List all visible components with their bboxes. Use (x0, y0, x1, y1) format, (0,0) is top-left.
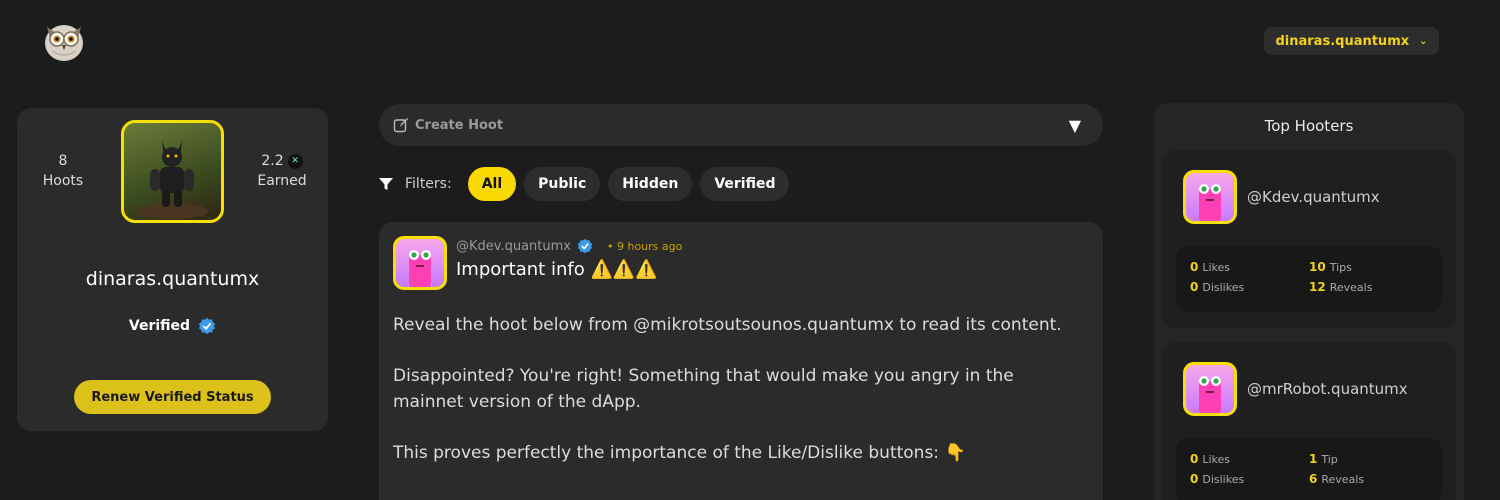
chevron-down-icon: ⌄ (1419, 35, 1428, 47)
filter-verified-chip[interactable]: Verified (700, 167, 790, 201)
earned-stat: 2.2 ✕ Earned (254, 151, 310, 191)
dislikes-stat: 0 Dislikes (1190, 472, 1244, 486)
verified-badge-icon (198, 317, 216, 335)
tips-stat: 10 Tips (1309, 260, 1352, 274)
likes-count: 0 (1190, 260, 1199, 274)
hooter-card[interactable]: @mrRobot.quantumx 0 Likes 0 Dislikes 1 Tip … (1162, 342, 1456, 500)
renew-verified-button[interactable]: Renew Verified Status (74, 380, 271, 414)
verified-badge-icon (577, 238, 593, 254)
profile-name: dinaras.quantumx (85, 268, 260, 290)
token-icon: ✕ (287, 153, 303, 169)
dislikes-label: Dislikes (1202, 281, 1245, 294)
hooter-name[interactable]: @mrRobot.quantumx (1247, 380, 1408, 398)
filter-all-chip[interactable]: All (467, 167, 517, 201)
dislikes-stat: 0 Dislikes (1190, 280, 1244, 294)
hooter-avatar (1183, 170, 1237, 224)
create-hoot-label: Create Hoot (415, 117, 504, 133)
reveals-label: Reveals (1329, 281, 1373, 294)
reveals-stat: 6 Reveals (1309, 472, 1364, 486)
hoots-stat: 8 Hoots (40, 151, 86, 191)
reveals-stat: 12 Reveals (1309, 280, 1372, 294)
hoot-time: • 9 hours ago (606, 239, 683, 253)
likes-count: 0 (1190, 452, 1199, 466)
tips-label: Tip (1321, 453, 1338, 466)
tips-count: 10 (1309, 260, 1326, 274)
hooter-stats: 0 Likes 0 Dislikes 10 Tips 12 Reveals (1176, 246, 1442, 312)
hoot-body: Reveal the hoot below from @mikrotsoutso… (393, 312, 1083, 491)
dislikes-count: 0 (1190, 280, 1199, 294)
hooter-stats: 0 Likes 0 Dislikes 1 Tip 6 Reveals (1176, 438, 1442, 500)
hoot-title: Important info ⚠️⚠️⚠️ (456, 259, 658, 280)
reveals-label: Reveals (1321, 473, 1365, 486)
hoot-card: @Kdev.quantumx • 9 hours ago Important i… (379, 222, 1103, 500)
hooter-name[interactable]: @Kdev.quantumx (1247, 188, 1380, 206)
filters-bar: Filters: All Public Hidden Verified (379, 167, 790, 201)
dislikes-label: Dislikes (1202, 473, 1245, 486)
user-menu-name: dinaras.quantumx (1275, 33, 1410, 49)
tips-stat: 1 Tip (1309, 452, 1338, 466)
owl-logo[interactable] (42, 19, 86, 63)
earned-label: Earned (257, 173, 307, 189)
hoot-avatar[interactable] (393, 236, 447, 290)
reveals-count: 12 (1309, 280, 1326, 294)
filter-public-chip[interactable]: Public (524, 167, 601, 201)
likes-stat: 0 Likes (1190, 260, 1230, 274)
hoot-paragraph: This proves perfectly the importance of … (393, 443, 966, 463)
verified-label: Verified (128, 318, 191, 334)
hoots-label: Hoots (42, 173, 84, 189)
dislikes-count: 0 (1190, 472, 1199, 486)
filter-icon (379, 178, 393, 190)
tips-count: 1 (1309, 452, 1318, 466)
verified-status: Verified (17, 317, 328, 335)
likes-label: Likes (1202, 261, 1231, 274)
hoot-time-text: 9 hours ago (616, 239, 683, 253)
hoot-author[interactable]: @Kdev.quantumx (456, 239, 571, 254)
hooter-avatar (1183, 362, 1237, 416)
top-hooters-title: Top Hooters (1264, 117, 1354, 135)
hoot-paragraph: Disappointed? You're right! Something th… (393, 366, 1014, 412)
hoot-paragraph: Reveal the hoot below from @mikrotsoutso… (393, 315, 1062, 335)
earned-value: 2.2 (261, 153, 284, 169)
reveals-count: 6 (1309, 472, 1318, 486)
tips-label: Tips (1329, 261, 1352, 274)
hoots-count: 8 (58, 153, 68, 169)
top-hooters-panel: Top Hooters @Kdev.quantumx 0 Likes 0 Disli… (1154, 103, 1464, 500)
filters-label: Filters: (405, 176, 452, 192)
hoot-author-line: @Kdev.quantumx • 9 hours ago (456, 238, 682, 254)
filter-hidden-chip[interactable]: Hidden (608, 167, 693, 201)
edit-icon (393, 118, 408, 133)
create-hoot-bar[interactable]: Create Hoot ▼ (379, 104, 1103, 146)
likes-stat: 0 Likes (1190, 452, 1230, 466)
likes-label: Likes (1202, 453, 1231, 466)
user-menu-button[interactable]: dinaras.quantumx ⌄ (1264, 27, 1439, 55)
profile-avatar (121, 120, 224, 223)
expand-triangle-icon[interactable]: ▼ (1069, 116, 1081, 135)
hooter-card[interactable]: @Kdev.quantumx 0 Likes 0 Dislikes 10 Tips 1… (1162, 150, 1456, 328)
